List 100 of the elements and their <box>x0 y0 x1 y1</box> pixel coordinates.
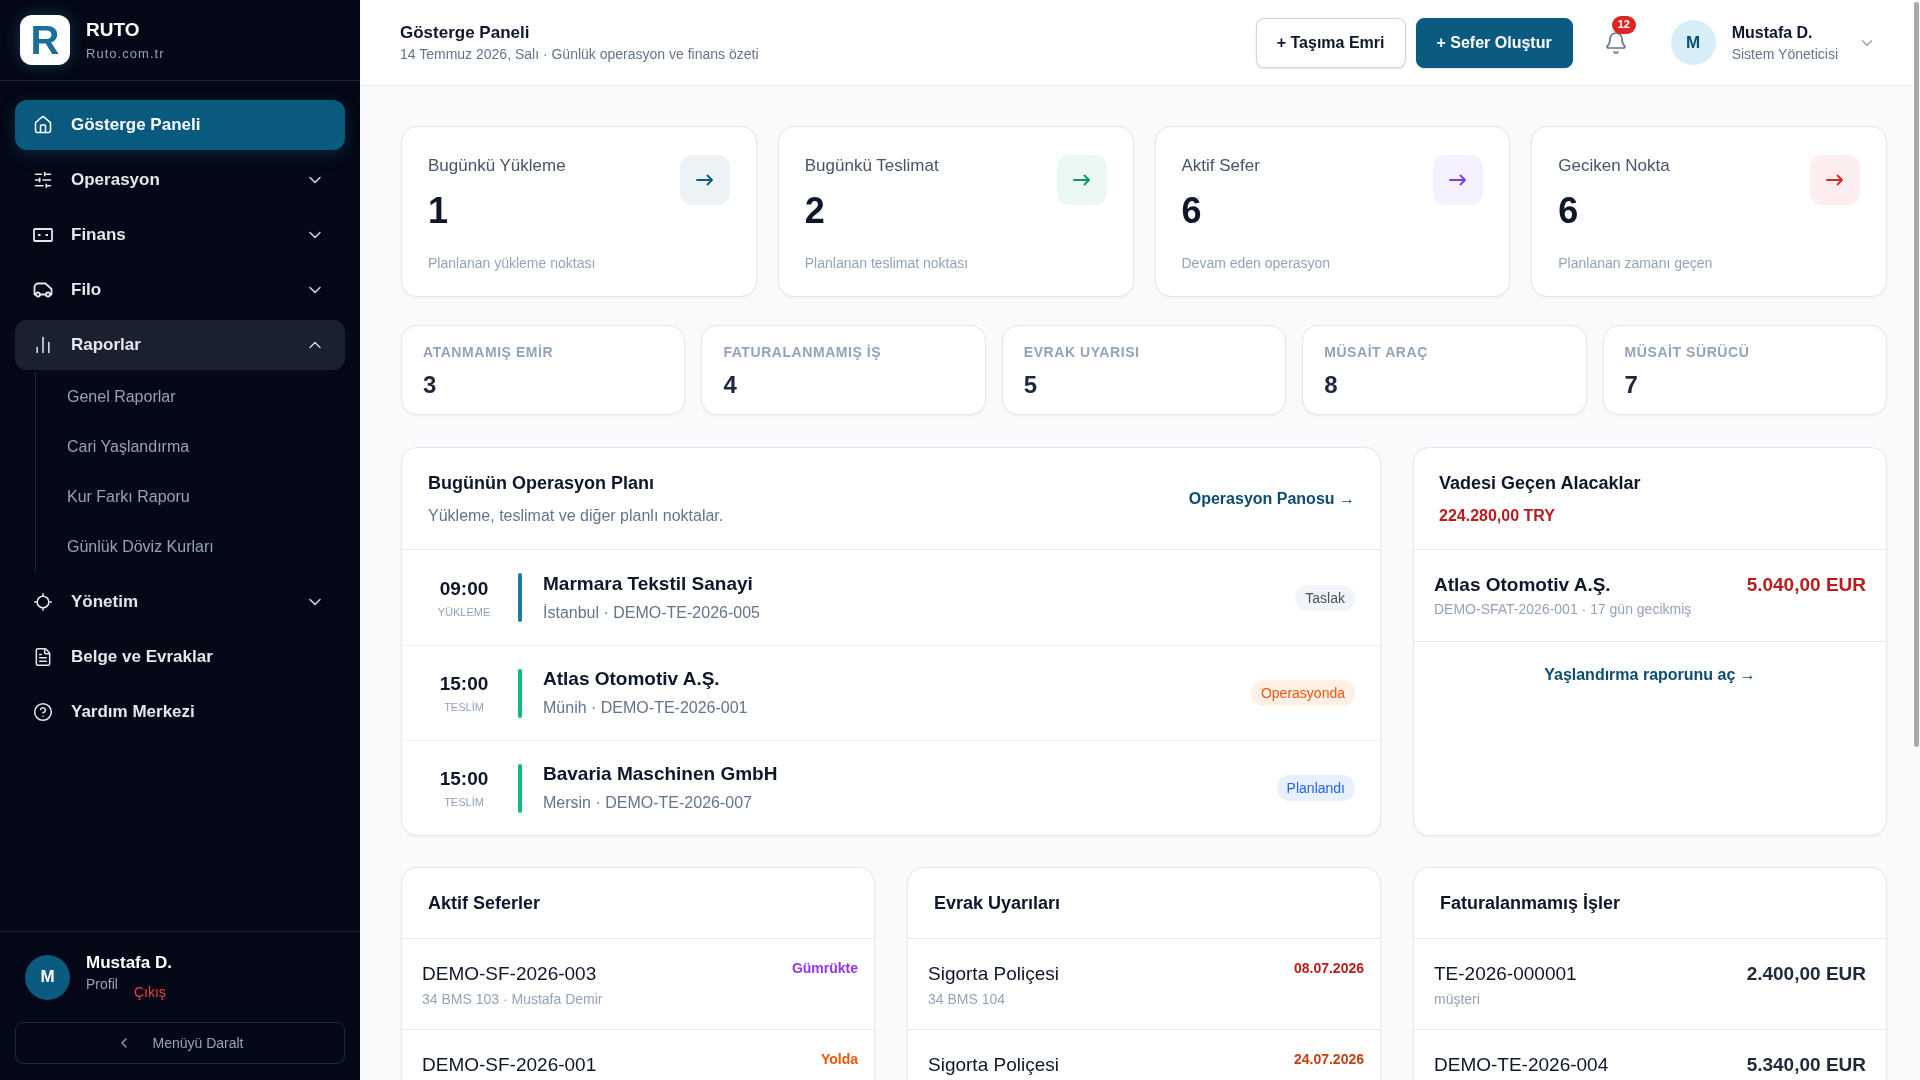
metric-label: MÜSAİT SÜRÜCÜ <box>1624 343 1751 362</box>
receivable-amount: 5.040,00 EUR <box>1746 573 1866 597</box>
crosshair-icon <box>33 592 53 612</box>
plan-company: Bavaria Maschinen GmbH <box>543 762 779 786</box>
user-name: Mustafa D. <box>86 952 172 974</box>
list-item-title: Sigorta Poliçesi <box>928 962 1059 986</box>
status-badge: Taslak <box>1295 584 1355 611</box>
receivable-details: DEMO-SFAT-2026-001 · 17 gün gecikmiş <box>1434 600 1692 618</box>
list-item-title: DEMO-TE-2026-004 <box>1434 1053 1609 1077</box>
receivable-company: Atlas Otomotiv A.Ş. <box>1434 573 1612 597</box>
aging-report-link[interactable]: Yaşlandırma raporunu aç → <box>1544 664 1756 686</box>
list-item-details: 34 BMS 104 <box>928 990 1007 1008</box>
list-item-details: müşteri <box>1434 990 1481 1008</box>
notification-badge: 12 <box>1611 15 1636 34</box>
logo: R <box>20 15 70 65</box>
card-title: Bugünün Operasyon Planı <box>428 472 656 495</box>
card-title: Aktif Seferler <box>428 892 541 915</box>
list-item-title: Sigorta Poliçesi <box>928 1053 1059 1077</box>
status-badge: Operasyonda <box>1250 680 1355 706</box>
trip-status: Yolda <box>820 1050 858 1068</box>
user-name: Mustafa D. <box>1731 22 1814 43</box>
nav-item[interactable]: Belge ve Evraklar <box>15 632 345 682</box>
card-icon <box>33 228 53 242</box>
metric-value: 3 <box>423 370 438 400</box>
plan-details: İstanbul · DEMO-TE-2026-005 <box>543 602 761 623</box>
due-date: 24.07.2026 <box>1293 1050 1364 1068</box>
metric-value: 5 <box>1023 370 1039 400</box>
nav-subitem[interactable]: Cari Yaşlandırma <box>67 422 345 472</box>
document-icon <box>33 647 53 667</box>
nav-item[interactable]: Yardım Merkezi <box>15 687 345 737</box>
nav-item[interactable]: Finans <box>15 210 345 260</box>
page-title: Gösterge Paneli <box>400 21 531 44</box>
page-subtitle: 14 Temmuz 2026, Salı · Günlük operasyon ve finans özeti <box>400 44 760 64</box>
logout-link[interactable]: Çıkış <box>133 974 166 1002</box>
list-item-details: 34 BMS 103 · Mustafa Demir <box>422 990 603 1008</box>
card-description: Devam eden operasyon <box>1181 254 1331 273</box>
profile-link[interactable]: Profil <box>86 974 118 994</box>
card-label: Aktif Sefer <box>1181 155 1261 177</box>
operations-board-link[interactable]: Operasyon Panosu → <box>1188 487 1355 511</box>
brand-name: RUTO <box>86 18 141 42</box>
overdue-total: 224.280,00 TRY <box>1439 506 1556 526</box>
card-label: Geciken Nokta <box>1558 155 1671 177</box>
bell-icon[interactable] <box>1603 30 1628 55</box>
metric-label: ATANMAMIŞ EMİR <box>423 343 555 362</box>
due-date: 08.07.2026 <box>1293 959 1364 977</box>
job-amount: 5.340,00 EUR <box>1746 1053 1866 1077</box>
trip-status: Gümrükte <box>791 959 858 977</box>
home-icon <box>33 115 53 135</box>
nav-item[interactable]: Filo <box>15 265 345 315</box>
nav-item[interactable]: Raporlar <box>15 320 345 370</box>
card-description: Planlanan zamanı geçen <box>1558 254 1713 273</box>
nav-subitem[interactable]: Genel Raporlar <box>67 372 345 422</box>
job-amount: 2.400,00 EUR <box>1746 962 1866 986</box>
nav-subitem[interactable]: Kur Farkı Raporu <box>67 472 345 522</box>
plan-type: TESLİM <box>444 700 484 714</box>
transport-order-button[interactable]: + Taşıma Emri <box>1255 17 1406 68</box>
plan-time: 15:00 <box>439 672 489 696</box>
nav-subitem[interactable]: Günlük Döviz Kurları <box>67 522 345 572</box>
create-trip-button[interactable]: + Sefer Oluştur <box>1415 17 1573 68</box>
brand-domain: Ruto.com.tr <box>86 46 165 62</box>
metric-value: 8 <box>1324 370 1339 400</box>
card-value: 6 <box>1558 191 1580 231</box>
metric-label: FATURALANMAMIŞ İŞ <box>723 343 883 362</box>
card-description: Planlanan teslimat noktası <box>804 254 969 273</box>
avatar: M <box>25 954 70 1000</box>
card-title: Evrak Uyarıları <box>934 892 1061 915</box>
list-item-title: DEMO-SF-2026-003 <box>422 962 598 986</box>
list-item-title: DEMO-SF-2026-001 <box>422 1053 597 1077</box>
plan-time: 15:00 <box>439 767 489 791</box>
van-icon <box>33 282 53 298</box>
list-item-title: TE-2026-000001 <box>1434 962 1577 986</box>
card-label: Bugünkü Teslimat <box>804 155 940 177</box>
card-value: 1 <box>428 191 450 231</box>
collapse-menu-button[interactable]: Menüyü Daralt <box>15 1022 345 1064</box>
plan-time: 09:00 <box>439 576 489 601</box>
metric-value: 4 <box>723 370 738 400</box>
plan-details: Mersin · DEMO-TE-2026-007 <box>543 793 753 813</box>
avatar[interactable]: M <box>1670 20 1716 65</box>
card-label: Bugünkü Yükleme <box>428 155 567 177</box>
plan-company: Atlas Otomotiv A.Ş. <box>543 667 721 691</box>
bar-chart-icon <box>33 335 53 355</box>
scrollbar-thumb[interactable] <box>1913 2 1919 747</box>
card-subtitle: Yükleme, teslimat ve diğer planlı noktalar. <box>428 506 724 526</box>
nav-item[interactable]: Yönetim <box>15 577 345 627</box>
metric-label: EVRAK UYARISI <box>1023 343 1141 362</box>
help-icon <box>33 702 53 722</box>
status-badge: Planlandı <box>1276 775 1355 801</box>
plan-type: TESLİM <box>444 795 484 809</box>
card-value: 6 <box>1181 191 1203 231</box>
sliders-icon <box>33 170 53 190</box>
metric-value: 7 <box>1624 370 1639 400</box>
plan-type: YÜKLEME <box>437 604 491 619</box>
plan-company: Marmara Tekstil Sanayi <box>543 571 754 596</box>
card-value: 2 <box>804 191 826 231</box>
user-role: Sistem Yöneticisi <box>1731 44 1838 64</box>
metric-label: MÜSAİT ARAÇ <box>1324 343 1429 362</box>
nav-item[interactable]: Operasyon <box>15 155 345 205</box>
plan-details: Münih · DEMO-TE-2026-001 <box>543 698 749 718</box>
nav-item[interactable]: Gösterge Paneli <box>15 100 345 150</box>
card-title: Faturalanmamış İşler <box>1440 892 1621 915</box>
